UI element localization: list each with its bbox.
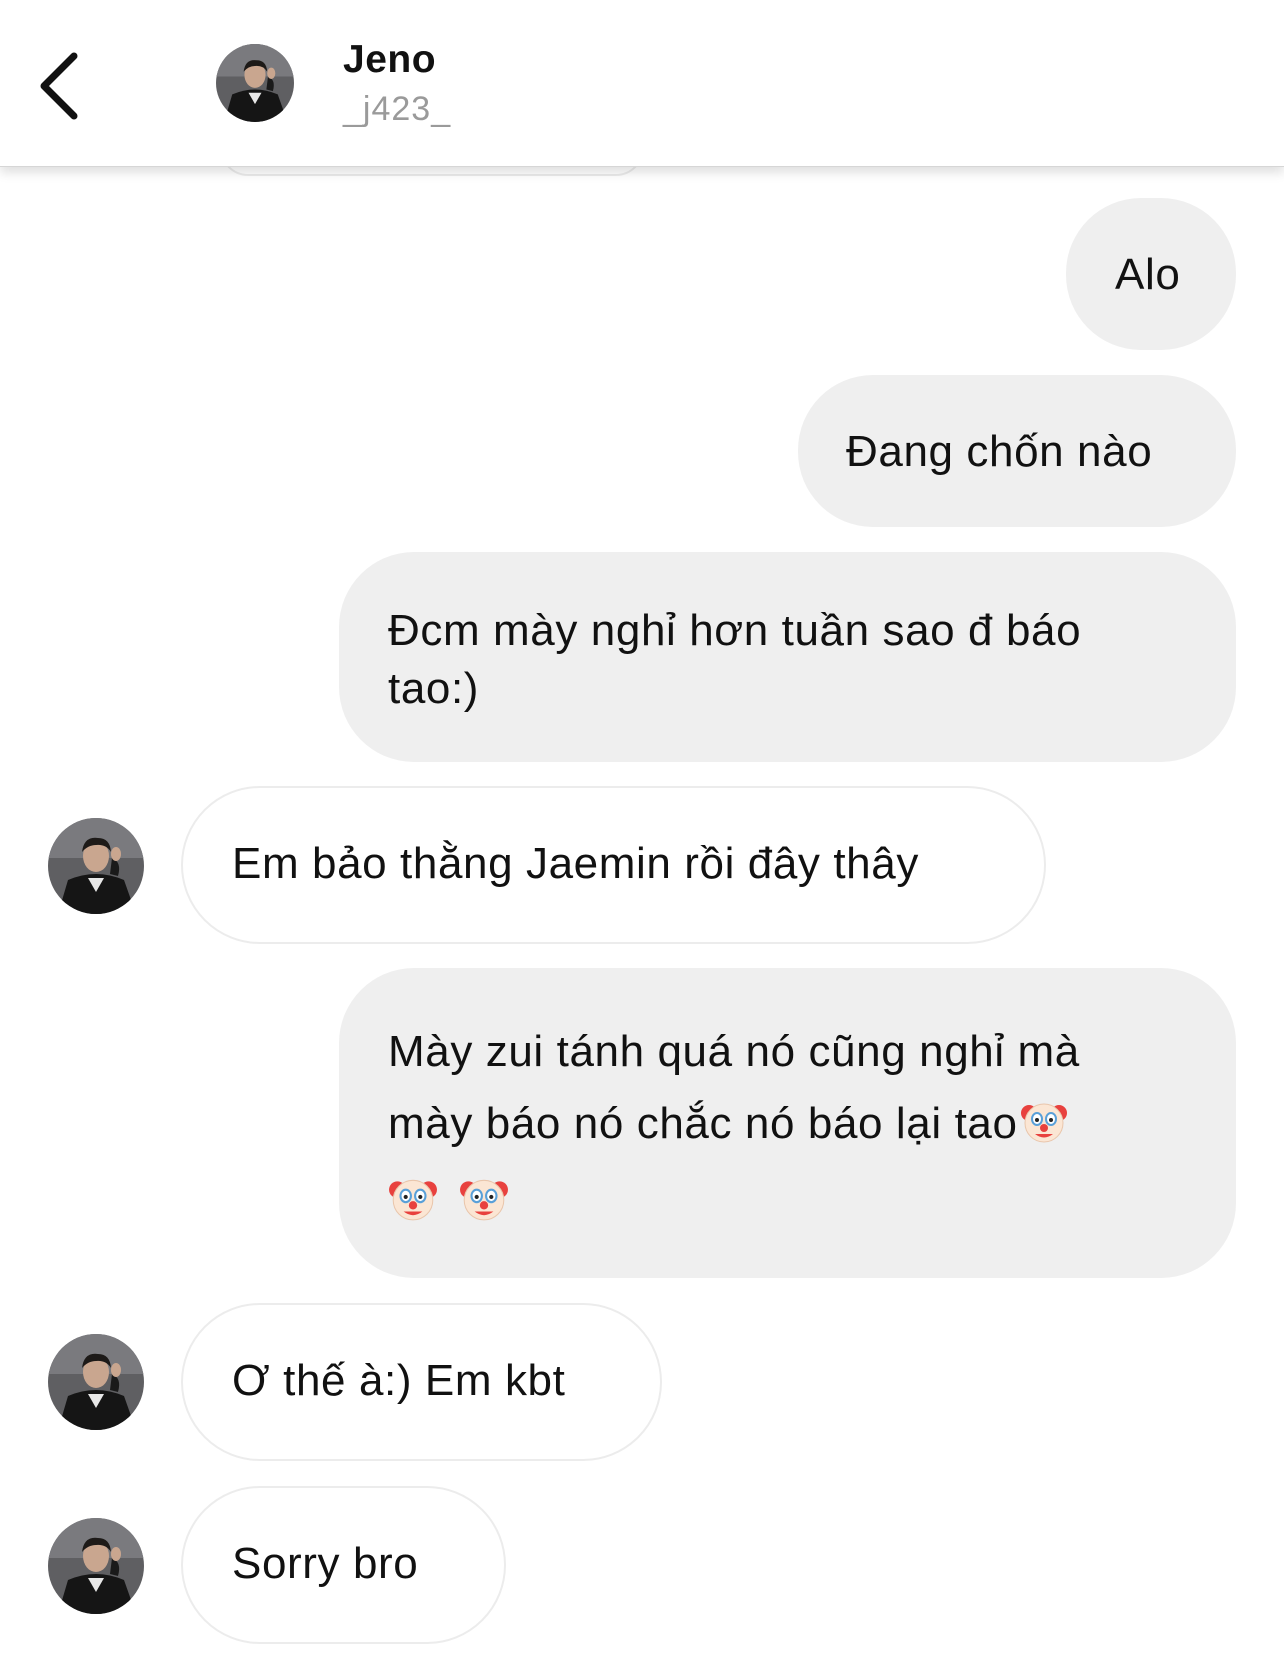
avatar-photo: [48, 1334, 144, 1430]
outgoing-message[interactable]: Alo: [1066, 198, 1236, 350]
emoji-row: [388, 1160, 1236, 1232]
message-text-line: mày báo nó chắc nó báo lại tao: [388, 1088, 1236, 1160]
clown-face-icon: [459, 1180, 508, 1221]
chat-header: Jeno _j423_: [0, 0, 1284, 167]
clown-face-icon: [1020, 1103, 1067, 1143]
outgoing-message[interactable]: Mày zui tánh quá nó cũng nghỉ mà mày báo…: [339, 968, 1236, 1278]
back-button[interactable]: [30, 40, 100, 130]
incoming-message[interactable]: Em bảo thằng Jaemin rồi đây thây: [181, 786, 1046, 944]
contact-name[interactable]: Jeno: [343, 38, 436, 82]
contact-username: _j423_: [343, 90, 452, 128]
contact-avatar[interactable]: [216, 44, 294, 122]
outgoing-message[interactable]: Đang chốn nào: [798, 375, 1236, 527]
clown-face-icon: [389, 1180, 437, 1221]
chevron-left-icon: [40, 52, 78, 120]
message-text: Em bảo thằng Jaemin rồi đây thây: [232, 839, 919, 888]
message-text: Ơ thế à:) Em kbt: [232, 1356, 566, 1405]
sender-avatar[interactable]: [48, 818, 144, 914]
avatar-photo: [216, 44, 294, 122]
avatar-photo: [48, 818, 144, 914]
message-text: Đang chốn nào: [846, 427, 1153, 476]
chat-screen: Jeno _j423_ Alo Đang chốn nào Đcm mày ng…: [0, 0, 1284, 1654]
avatar-photo: [48, 1518, 144, 1614]
message-text: Sorry bro: [232, 1539, 419, 1588]
message-text: mày báo nó chắc nó báo lại tao: [388, 1099, 1018, 1148]
message-text-line: Đcm mày nghỉ hơn tuần sao đ báo: [388, 606, 1082, 655]
incoming-message[interactable]: Sorry bro: [181, 1486, 506, 1644]
message-text-line: Mày zui tánh quá nó cũng nghỉ mà: [388, 1027, 1080, 1076]
outgoing-message[interactable]: Đcm mày nghỉ hơn tuần sao đ báo tao:): [339, 552, 1236, 762]
message-text-line: tao:): [388, 664, 480, 713]
message-text: Alo: [1115, 250, 1181, 299]
sender-avatar[interactable]: [48, 1334, 144, 1430]
incoming-message[interactable]: Ơ thế à:) Em kbt: [181, 1303, 662, 1461]
sender-avatar[interactable]: [48, 1518, 144, 1614]
